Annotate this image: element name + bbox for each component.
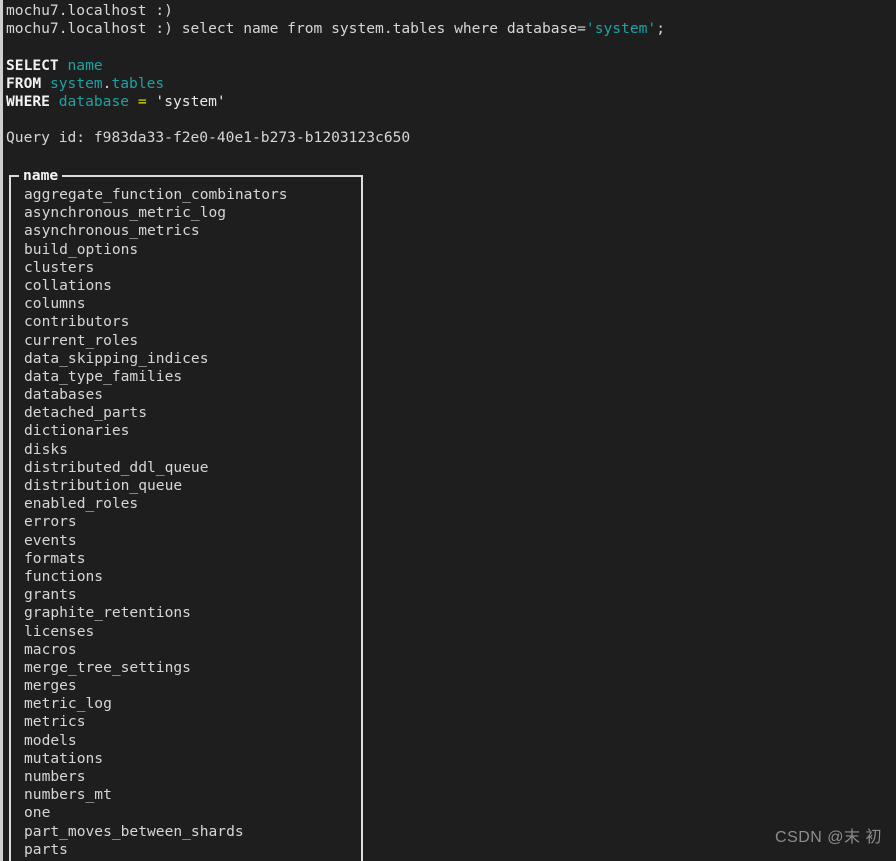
table-row: detached_parts bbox=[24, 404, 148, 422]
sql-space bbox=[50, 93, 59, 110]
table-row: asynchronous_metrics bbox=[24, 222, 200, 240]
csdn-watermark: CSDN @末 初 bbox=[775, 828, 882, 846]
table-row: enabled_roles bbox=[24, 495, 139, 513]
table-row: graphite_retentions bbox=[24, 604, 191, 622]
query-id-line: Query id: f983da33-f2e0-40e1-b273-b12031… bbox=[4, 129, 892, 147]
result-rows-list[interactable]: aggregate_function_combinators asynchrono… bbox=[24, 186, 364, 861]
table-row: clusters bbox=[24, 258, 95, 276]
table-row: distribution_queue bbox=[24, 477, 183, 494]
echo-where-line: WHERE database = 'system' bbox=[4, 93, 892, 111]
table-row: asynchronous_metric_log bbox=[24, 204, 227, 222]
spacer-line-2 bbox=[4, 111, 892, 129]
table-row: mutations bbox=[24, 749, 104, 767]
table-row: dictionaries bbox=[24, 422, 130, 440]
sql-space bbox=[85, 129, 94, 146]
table-row: metric_log bbox=[24, 695, 112, 713]
table-row: events bbox=[24, 531, 77, 549]
sql-keyword-where: WHERE bbox=[6, 92, 50, 110]
command-text: select name from system.tables where dat… bbox=[181, 20, 586, 38]
sql-operator-equals: = bbox=[137, 92, 147, 110]
table-row: errors bbox=[24, 513, 77, 531]
table-row: distributed_ddl_queue bbox=[24, 458, 209, 476]
table-row: functions bbox=[24, 567, 104, 585]
table-row: one bbox=[24, 804, 51, 822]
prompt-text: mochu7.localhost :) bbox=[6, 2, 173, 19]
echo-from-line: FROM system.tables bbox=[4, 75, 892, 93]
sql-database-name: system bbox=[49, 74, 103, 92]
table-row: licenses bbox=[24, 622, 95, 640]
query-id-label: Query id: bbox=[6, 129, 86, 147]
query-id-value: f983da33-f2e0-40e1-b273-b1203123c650 bbox=[93, 129, 411, 147]
table-row: grants bbox=[24, 586, 77, 604]
table-row: databases bbox=[24, 386, 104, 404]
window-left-scrollbar[interactable] bbox=[0, 0, 3, 861]
table-row: collations bbox=[24, 276, 112, 294]
prompt-line-idle: mochu7.localhost :) bbox=[4, 2, 892, 20]
table-row: data_skipping_indices bbox=[24, 349, 209, 367]
sql-space bbox=[59, 57, 68, 74]
sql-space bbox=[129, 93, 138, 110]
table-row: metrics bbox=[24, 713, 86, 731]
table-row: columns bbox=[24, 295, 86, 313]
table-row: merge_tree_settings bbox=[24, 658, 191, 676]
sql-filter-value: 'system' bbox=[155, 92, 226, 110]
table-row: disks bbox=[24, 440, 68, 458]
result-column-header: name bbox=[19, 168, 63, 184]
spacer-line-1 bbox=[4, 38, 892, 56]
table-row: macros bbox=[24, 640, 77, 658]
prompt-line-command: mochu7.localhost :) select name from sys… bbox=[4, 20, 892, 38]
table-row: formats bbox=[24, 549, 86, 567]
sql-keyword-from: FROM bbox=[6, 74, 42, 92]
prompt-prefix: mochu7.localhost :) bbox=[6, 20, 182, 38]
table-row: models bbox=[24, 731, 77, 749]
table-row: current_roles bbox=[24, 331, 139, 349]
table-row: build_options bbox=[24, 240, 139, 258]
command-terminator: ; bbox=[656, 20, 665, 38]
table-row: part_moves_between_shards bbox=[24, 822, 244, 840]
command-string-literal: 'system' bbox=[585, 20, 657, 38]
terminal-screen: mochu7.localhost :) mochu7.localhost :) … bbox=[0, 0, 896, 861]
table-row: parts bbox=[24, 840, 68, 858]
table-row: merges bbox=[24, 677, 77, 695]
table-row: contributors bbox=[24, 313, 130, 331]
sql-column-name: name bbox=[67, 56, 103, 74]
echo-select-line: SELECT name bbox=[4, 57, 892, 75]
sql-table-name: tables bbox=[111, 74, 165, 92]
sql-keyword-select: SELECT bbox=[6, 56, 59, 74]
table-row: numbers_mt bbox=[24, 786, 112, 804]
table-row: data_type_families bbox=[24, 367, 183, 385]
sql-space bbox=[41, 75, 50, 92]
sql-filter-column: database bbox=[58, 92, 130, 110]
table-row: numbers bbox=[24, 768, 86, 785]
table-row: aggregate_function_combinators bbox=[24, 186, 288, 203]
